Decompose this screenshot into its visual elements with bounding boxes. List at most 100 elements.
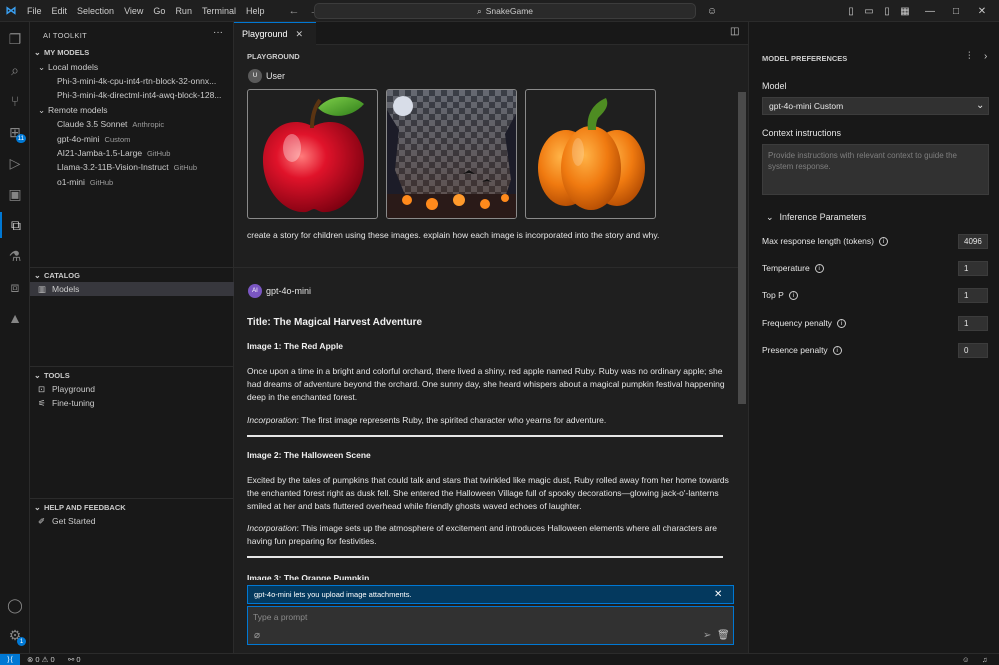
ai-toolkit-icon[interactable]: ⧉: [0, 212, 30, 238]
menu-view[interactable]: View: [119, 6, 148, 16]
settings-gear-icon[interactable]: ⚙ 1: [0, 622, 30, 648]
halloween-image-icon: [387, 90, 516, 218]
back-arrow-icon[interactable]: ←: [283, 5, 304, 17]
pumpkin-image-icon: [538, 98, 645, 210]
context-input[interactable]: Provide instructions with relevant conte…: [762, 144, 989, 195]
frequency-penalty-input[interactable]: 1: [958, 316, 988, 331]
tool-item-fine-tuning[interactable]: ⚟ Fine-tuning: [30, 396, 234, 410]
divider-rule: [247, 556, 723, 558]
search-view-icon[interactable]: ⌕: [0, 57, 30, 83]
extensions-icon[interactable]: ⊞ 11: [0, 119, 30, 145]
remote-explorer-icon[interactable]: ▣: [0, 181, 30, 207]
command-center[interactable]: ⌕ SnakeGame: [314, 3, 696, 19]
info-icon[interactable]: i: [814, 264, 824, 274]
remote-model-name: AI21-Jamba-1.5-Large: [57, 148, 143, 158]
local-model-name: Phi-3-mini-4k-cpu-int4-rtn-block-32-onnx…: [57, 76, 217, 86]
image3-heading: Image 3: The Orange Pumpkin: [247, 573, 370, 580]
section-my-models-label: MY MODELS: [44, 47, 90, 57]
divider: [30, 498, 234, 499]
toggle-panel-icon[interactable]: ▭: [861, 0, 877, 22]
catalog-item-label: Models: [52, 284, 80, 294]
menu-go[interactable]: Go: [148, 6, 170, 16]
catalog-item-models[interactable]: ▥ Models: [30, 282, 234, 296]
split-editor-icon[interactable]: ◫: [730, 26, 739, 37]
max-tokens-input[interactable]: 4096: [958, 234, 988, 249]
help-item-get-started[interactable]: ✐ Get Started: [30, 514, 234, 528]
local-models-group[interactable]: ⌄ Local models: [30, 60, 234, 74]
remote-model-item[interactable]: o1-mini GitHub: [30, 175, 234, 189]
attach-icon[interactable]: ⌀: [254, 630, 260, 641]
toggle-secondary-sidebar-icon[interactable]: ▯: [879, 0, 895, 22]
tab-playground[interactable]: Playground ✕: [234, 22, 316, 45]
info-icon[interactable]: i: [836, 319, 846, 329]
testing-icon[interactable]: ⚗: [0, 243, 30, 269]
status-bar: ⟩⟨ ⊗ 0 ⚠ 0 ⚯ 0 ☺ ♫: [0, 653, 999, 665]
prompt-input[interactable]: Type a prompt: [253, 612, 307, 622]
remote-model-item[interactable]: AI21-Jamba-1.5-Large GitHub: [30, 146, 234, 160]
param-label: Frequency penalty i: [762, 318, 846, 329]
notifications-bell-icon[interactable]: ♫: [982, 655, 988, 664]
chevron-right-icon[interactable]: ›: [984, 51, 987, 62]
menu-edit[interactable]: Edit: [47, 6, 73, 16]
run-debug-icon[interactable]: ▷: [0, 150, 30, 176]
attached-image-apple[interactable]: [247, 89, 378, 219]
upload-notice: gpt-4o-mini lets you upload image attach…: [247, 585, 734, 604]
divider-rule: [247, 435, 723, 437]
activity-bar: ❐ ⌕ ⑂ ⊞ 11 ▷ ▣ ⧉ ⚗ ⧈ ▲ ◯ ⚙ 1: [0, 22, 30, 653]
customize-layout-icon[interactable]: ▦: [897, 0, 913, 22]
tool-item-playground[interactable]: ⊡ Playground: [30, 382, 234, 396]
send-icon[interactable]: ➢: [703, 630, 711, 641]
info-icon[interactable]: i: [878, 237, 888, 247]
presence-penalty-input[interactable]: 0: [958, 343, 988, 358]
section-catalog[interactable]: ⌄ CATALOG: [30, 269, 234, 281]
accounts-icon[interactable]: ◯: [0, 592, 30, 618]
library-icon: ▥: [38, 283, 47, 294]
model-select[interactable]: gpt-4o-mini Custom ⌄: [762, 97, 989, 115]
source-control-icon[interactable]: ⑂: [0, 88, 30, 114]
prompt-box[interactable]: Type a prompt ⌀ ➢ 🗑: [247, 606, 734, 645]
copilot-icon[interactable]: ☺: [700, 0, 724, 22]
chevron-down-icon: ⌄: [38, 104, 46, 115]
remote-models-group[interactable]: ⌄ Remote models: [30, 103, 234, 117]
menu-run[interactable]: Run: [170, 6, 197, 16]
info-icon[interactable]: i: [832, 346, 842, 356]
ports-indicator[interactable]: ⚯ 0: [68, 655, 81, 664]
maximize-icon[interactable]: □: [944, 0, 968, 22]
scrollbar-thumb[interactable]: [738, 92, 746, 404]
temperature-input[interactable]: 1: [958, 261, 988, 276]
attached-image-pumpkin[interactable]: [525, 89, 656, 219]
close-window-icon[interactable]: ✕: [970, 0, 994, 22]
explorer-icon[interactable]: ❐: [0, 26, 30, 52]
remote-model-item[interactable]: Llama-3.2-11B-Vision-Instruct GitHub: [30, 160, 234, 174]
azure-icon[interactable]: ▲: [0, 305, 30, 331]
section-tools[interactable]: ⌄ TOOLS: [30, 369, 234, 381]
more-actions-icon[interactable]: ···: [213, 27, 223, 38]
menu-help[interactable]: Help: [241, 6, 270, 16]
attached-image-halloween[interactable]: [386, 89, 517, 219]
ai-avatar: AI: [248, 284, 262, 298]
remote-model-item[interactable]: Claude 3.5 Sonnet Anthropic: [30, 117, 234, 131]
menu-selection[interactable]: Selection: [72, 6, 119, 16]
problems-indicator[interactable]: ⊗ 0 ⚠ 0: [27, 655, 55, 664]
local-model-item[interactable]: Phi-3-mini-4k-cpu-int4-rtn-block-32-onnx…: [30, 74, 234, 88]
info-icon[interactable]: i: [788, 291, 798, 301]
remote-model-name: Llama-3.2-11B-Vision-Instruct: [57, 162, 169, 172]
top-p-input[interactable]: 1: [958, 288, 988, 303]
remote-model-item[interactable]: gpt-4o-mini Custom: [30, 132, 234, 146]
trash-icon[interactable]: 🗑: [717, 630, 730, 641]
local-model-item[interactable]: Phi-3-mini-4k-directml-int4-awq-block-12…: [30, 88, 234, 102]
section-my-models[interactable]: ⌄ MY MODELS: [30, 46, 234, 58]
section-help[interactable]: ⌄ HELP AND FEEDBACK: [30, 501, 234, 513]
remote-indicator-icon[interactable]: ⟩⟨: [0, 654, 20, 665]
menu-terminal[interactable]: Terminal: [197, 6, 241, 16]
close-icon[interactable]: ✕: [296, 29, 304, 40]
menu-file[interactable]: File: [22, 6, 47, 16]
toggle-sidebar-icon[interactable]: ▯: [843, 0, 859, 22]
param-label-text: Presence penalty: [762, 345, 828, 355]
containers-icon[interactable]: ⧈: [0, 274, 30, 300]
settings-sliders-icon[interactable]: ⫶: [968, 51, 971, 62]
inference-toggle[interactable]: ⌄ Inference Parameters: [766, 212, 866, 223]
copilot-status-icon[interactable]: ☺: [962, 655, 970, 664]
minimize-icon[interactable]: —: [918, 0, 942, 22]
close-icon[interactable]: ✕: [714, 589, 722, 600]
